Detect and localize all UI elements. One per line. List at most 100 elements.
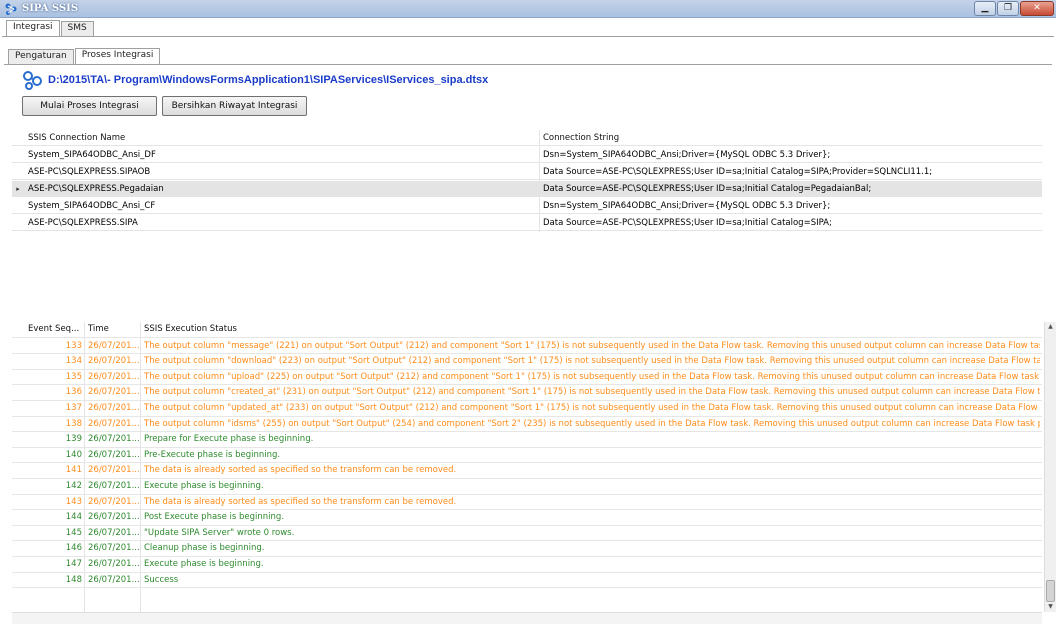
execution-log-grid: Event Seq... Time SSIS Execution Status …: [12, 322, 1042, 612]
event-seq-cell: 148: [65, 574, 82, 585]
header-execution-status[interactable]: SSIS Execution Status: [140, 322, 1040, 338]
time-cell: 26/07/201...: [88, 465, 140, 476]
log-row[interactable]: 145 26/07/201... "Update SIPA Server" wrot…: [12, 526, 1042, 542]
time-cell: 26/07/201...: [88, 512, 140, 523]
event-seq-cell: 138: [65, 418, 82, 429]
status-cell: Prepare for Execute phase is beginning.: [144, 434, 314, 445]
scroll-down-icon[interactable]: ▼: [1045, 602, 1056, 612]
event-seq-cell: 141: [65, 465, 82, 476]
header-connection-string[interactable]: Connection String: [539, 130, 1039, 146]
table-row[interactable]: ASE-PC\SQLEXPRESS.SIPAOB Data Source=ASE…: [12, 164, 1042, 180]
time-cell: 26/07/201...: [88, 434, 140, 445]
header-connection-name[interactable]: SSIS Connection Name: [24, 130, 539, 146]
outer-tab-strip: Integrasi SMS: [6, 20, 95, 36]
event-seq-cell: 137: [65, 403, 82, 413]
status-cell: Execute phase is beginning.: [144, 481, 264, 491]
table-row[interactable]: System_SIPA64ODBC_Ansi_CF Dsn=System_SIP…: [12, 198, 1042, 214]
inner-tab-divider: [4, 64, 1052, 65]
maximize-icon: ❐: [1003, 3, 1013, 13]
close-icon: ✕: [1033, 3, 1041, 13]
log-row[interactable]: 140 26/07/201... Pre-Execute phase is begi…: [12, 448, 1042, 464]
scroll-thumb[interactable]: [1046, 580, 1055, 602]
tab-sms[interactable]: SMS: [60, 21, 94, 36]
minimize-button[interactable]: ▁: [974, 1, 996, 16]
connection-name-cell: System_SIPA64ODBC_Ansi_DF: [28, 150, 156, 160]
status-cell: Cleanup phase is beginning.: [144, 543, 265, 554]
tab-pengaturan[interactable]: Pengaturan: [8, 49, 74, 64]
log-row[interactable]: 143 26/07/201... The data is already sorte…: [12, 495, 1042, 511]
log-row[interactable]: 136 26/07/201... The output column "create…: [12, 385, 1042, 401]
log-row[interactable]: 135 26/07/201... The output column "upload…: [12, 370, 1042, 386]
log-row[interactable]: 134 26/07/201... The output column "downlo…: [12, 354, 1042, 370]
table-row[interactable]: ASE-PC\SQLEXPRESS.SIPA Data Source=ASE-P…: [12, 215, 1042, 231]
event-seq-cell: 136: [65, 387, 82, 398]
table-row[interactable]: System_SIPA64ODBC_Ansi_DF Dsn=System_SIP…: [12, 147, 1042, 163]
table-row-selected[interactable]: ▸ ASE-PC\SQLEXPRESS.Pegadaian Data Sourc…: [12, 181, 1042, 197]
log-row[interactable]: 148 26/07/201... Success: [12, 573, 1042, 589]
tab-proses-integrasi[interactable]: Proses Integrasi: [74, 48, 161, 64]
event-seq-cell: 146: [65, 543, 82, 554]
event-seq-cell: 135: [65, 371, 82, 382]
connection-string-cell: Dsn=System_SIPA64ODBC_Ansi;Driver={MySQL…: [543, 201, 831, 211]
ssis-package-icon: [23, 71, 42, 90]
connection-string-cell: Data Source=ASE-PC\SQLEXPRESS;User ID=sa…: [543, 218, 832, 228]
tab-integrasi[interactable]: Integrasi: [6, 20, 60, 36]
event-seq-cell: 142: [65, 481, 82, 491]
status-cell: The output column "message" (221) on out…: [144, 340, 1040, 351]
status-cell: Execute phase is beginning.: [144, 559, 264, 569]
time-cell: 26/07/201...: [88, 527, 140, 538]
header-time[interactable]: Time: [84, 322, 140, 338]
status-cell: The output column "created_at" (231) on …: [144, 387, 1040, 398]
event-seq-cell: 133: [65, 340, 82, 351]
log-vertical-scrollbar[interactable]: ▲ ▼: [1044, 322, 1056, 612]
event-seq-cell: 144: [65, 512, 82, 523]
status-cell: The data is already sorted as specified …: [144, 465, 457, 476]
event-seq-cell: 134: [65, 356, 82, 367]
time-cell: 26/07/201...: [88, 449, 140, 460]
log-row[interactable]: 144 26/07/201... Post Execute phase is beg…: [12, 510, 1042, 526]
status-cell: Post Execute phase is beginning.: [144, 512, 285, 523]
connection-name-cell: System_SIPA64ODBC_Ansi_CF: [28, 201, 156, 211]
connections-header: SSIS Connection Name Connection String: [12, 130, 1042, 146]
connection-name-cell: ASE-PC\SQLEXPRESS.SIPA: [28, 218, 138, 228]
log-row[interactable]: 137 26/07/201... The output column "update…: [12, 401, 1042, 417]
package-path: D:\2015\TA\- Program\WindowsFormsApplica…: [48, 74, 489, 86]
connection-name-cell: ASE-PC\SQLEXPRESS.SIPAOB: [28, 167, 151, 177]
event-seq-cell: 140: [65, 449, 82, 460]
start-integration-button[interactable]: Mulai Proses Integrasi: [22, 96, 157, 116]
time-cell: 26/07/201...: [88, 356, 140, 367]
time-cell: 26/07/201...: [88, 481, 140, 491]
clear-history-button[interactable]: Bersihkan Riwayat Integrasi: [162, 96, 307, 116]
log-row[interactable]: 139 26/07/201... Prepare for Execute phase…: [12, 432, 1042, 448]
status-cell: The output column "idsms" (255) on outpu…: [144, 418, 1040, 429]
log-row[interactable]: 146 26/07/201... Cleanup phase is beginnin…: [12, 541, 1042, 557]
time-cell: 26/07/201...: [88, 543, 140, 554]
inner-tab-strip: Pengaturan Proses Integrasi: [8, 48, 161, 64]
connections-grid: SSIS Connection Name Connection String S…: [12, 130, 1042, 232]
scroll-up-icon[interactable]: ▲: [1045, 322, 1056, 332]
minimize-icon: ▁: [981, 3, 989, 13]
status-cell: The data is already sorted as specified …: [144, 496, 457, 507]
time-cell: 26/07/201...: [88, 418, 140, 429]
header-event-seq[interactable]: Event Seq...: [24, 322, 84, 338]
app-icon: [5, 3, 17, 15]
log-header: Event Seq... Time SSIS Execution Status: [12, 322, 1042, 338]
time-cell: 26/07/201...: [88, 496, 140, 507]
log-row[interactable]: 142 26/07/201... Execute phase is beginnin…: [12, 479, 1042, 495]
connection-string-cell: Data Source=ASE-PC\SQLEXPRESS;User ID=sa…: [543, 184, 872, 194]
log-row[interactable]: 147 26/07/201... Execute phase is beginnin…: [12, 557, 1042, 573]
status-cell: "Update SIPA Server" wrote 0 rows.: [144, 527, 295, 538]
log-row[interactable]: 138 26/07/201... The output column "idsms"…: [12, 417, 1042, 433]
connection-string-cell: Dsn=System_SIPA64ODBC_Ansi;Driver={MySQL…: [543, 150, 831, 160]
row-pointer-icon: ▸: [16, 185, 20, 193]
maximize-button[interactable]: ❐: [997, 1, 1019, 16]
log-row[interactable]: 141 26/07/201... The data is already sorte…: [12, 463, 1042, 479]
window-controls: ▁ ❐ ✕: [973, 1, 1054, 16]
event-seq-cell: 145: [65, 527, 82, 538]
close-button[interactable]: ✕: [1020, 1, 1054, 16]
log-row[interactable]: 133 26/07/201... The output column "messag…: [12, 339, 1042, 355]
column-divider: [539, 130, 540, 232]
title-bar: SIPA SSIS ▁ ❐ ✕: [0, 0, 1056, 18]
column-divider: [140, 322, 141, 612]
connection-name-cell: ASE-PC\SQLEXPRESS.Pegadaian: [28, 184, 164, 194]
